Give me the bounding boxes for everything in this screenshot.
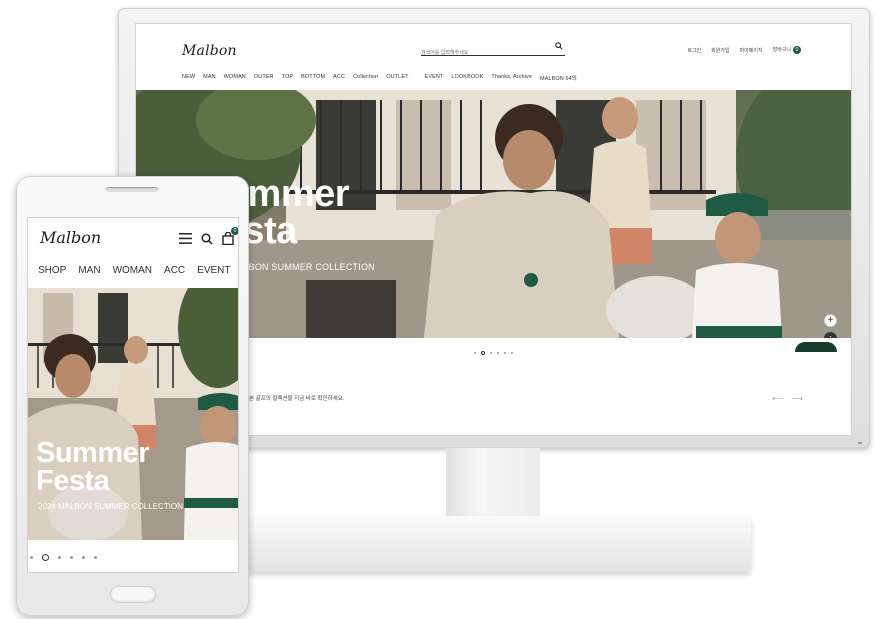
mobile-slider-dots [30, 554, 97, 561]
nav-item-woman[interactable]: WOMAN [224, 74, 246, 82]
cart-count-badge: 0 [793, 46, 801, 54]
cart-link-label: 장바구니 [772, 47, 791, 53]
mobile-hero-title-line1: Summer [36, 437, 150, 469]
nav-item-top[interactable]: TOP [282, 74, 294, 82]
mobile-main-nav: SHOP MAN WOMAN ACC EVENT [38, 265, 231, 276]
nav-item-new[interactable]: NEW [182, 74, 195, 82]
slider-dot[interactable] [30, 556, 33, 559]
nav-item-acc[interactable]: ACC [333, 74, 345, 82]
desktop-slider-dots [474, 351, 513, 355]
monitor-neck [446, 448, 540, 518]
mobile-nav-shop[interactable]: SHOP [38, 265, 66, 276]
scroll-top-button[interactable]: ↑ [824, 332, 837, 338]
search-icon[interactable] [555, 42, 563, 50]
mobile-nav-woman[interactable]: WOMAN [113, 265, 152, 276]
slider-dot[interactable] [70, 556, 73, 559]
search-icon[interactable] [201, 232, 213, 245]
slider-dot[interactable] [504, 352, 506, 354]
nav-item-man[interactable]: MAN [203, 74, 216, 82]
desktop-header: Malbon 로그인 회원가입 마이페이지 장바구니0 NEW MAN WOMA… [136, 24, 851, 90]
prev-arrow-icon[interactable]: ⟵ [772, 394, 783, 403]
monitor-stand-base [246, 516, 751, 572]
desktop-main-nav: NEW MAN WOMAN OUTER TOP BOTTOM ACC Colle… [182, 74, 577, 82]
phone-frame: Malbon 0 SHOP MAN WOMAN ACC EVENT Summer… [16, 176, 249, 616]
slider-dot[interactable] [497, 352, 499, 354]
nav-item-outlet[interactable]: OUTLET [386, 74, 408, 82]
power-led [858, 442, 862, 444]
slider-dot[interactable] [82, 556, 85, 559]
mobile-nav-acc[interactable]: ACC [164, 265, 185, 276]
slider-dot-active[interactable] [42, 554, 49, 561]
shopping-bag-icon[interactable]: 0 [222, 227, 238, 245]
cart-link[interactable]: 장바구니 0 [773, 46, 801, 54]
mobile-nav-man[interactable]: MAN [78, 265, 100, 276]
signup-link[interactable]: 회원가입 [711, 47, 729, 54]
section-tagline: 말본 골프의 컬렉션을 지금 바로 확인하세요. [244, 396, 345, 402]
nav-item-outer[interactable]: OUTER [254, 74, 274, 82]
slider-dot[interactable] [511, 352, 513, 354]
desktop-search-input[interactable] [421, 46, 549, 60]
hamburger-menu-icon[interactable] [179, 233, 192, 244]
mypage-link[interactable]: 마이페이지 [740, 47, 763, 54]
nav-item-bottom[interactable]: BOTTOM [301, 74, 325, 82]
carousel-arrows: ⟵ ⟶ [772, 394, 803, 403]
nav-item-collection[interactable]: Collection [353, 74, 378, 82]
mobile-hero-title: Summer Festa [36, 437, 150, 497]
desktop-search-bar [421, 41, 565, 60]
mobile-brand-logo[interactable]: Malbon [40, 228, 101, 247]
mobile-hero-banner[interactable]: Summer Festa 2024 MALBON SUMMER COLLECTI… [28, 288, 238, 540]
nav-item-event[interactable]: EVENT [425, 74, 444, 82]
desktop-util-links: 로그인 회원가입 마이페이지 장바구니 0 [687, 46, 801, 54]
desktop-floating-buttons: + ↑ [824, 314, 837, 338]
phone-home-button[interactable] [110, 586, 156, 603]
mobile-hero-subtitle: 2024 MALBON SUMMER COLLECTION [38, 502, 183, 511]
nav-item-archive[interactable]: Thanks, Archive [491, 74, 532, 82]
plus-button[interactable]: + [824, 314, 837, 327]
slider-dot[interactable] [490, 352, 492, 354]
desktop-brand-logo[interactable]: Malbon [182, 43, 237, 59]
slider-dot[interactable] [58, 556, 61, 559]
phone-speaker [106, 187, 158, 192]
mobile-screen: Malbon 0 SHOP MAN WOMAN ACC EVENT Summer… [27, 217, 239, 573]
next-arrow-icon[interactable]: ⟶ [792, 394, 803, 403]
mobile-cart-count-badge: 0 [231, 227, 238, 235]
login-link[interactable]: 로그인 [687, 47, 701, 54]
slider-dot-active[interactable] [481, 351, 485, 355]
mobile-hero-title-line2: Festa [36, 465, 110, 497]
slider-dot[interactable] [474, 352, 476, 354]
mobile-header-icons: 0 [179, 227, 238, 245]
product-thumbnail-cap[interactable] [795, 342, 837, 352]
slider-dot[interactable] [94, 556, 97, 559]
mobile-nav-event[interactable]: EVENT [197, 265, 230, 276]
nav-item-malbon-64[interactable]: MALBON 64의 [540, 74, 577, 82]
nav-item-lookbook[interactable]: LOOKBOOK [451, 74, 483, 82]
